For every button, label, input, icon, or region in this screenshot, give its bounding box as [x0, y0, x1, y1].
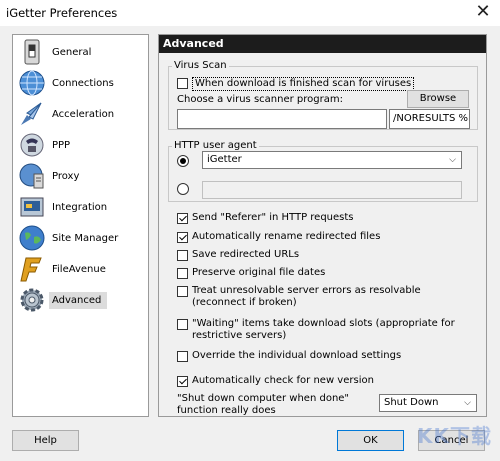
puzzle-icon: [20, 197, 44, 217]
user-agent-legend: HTTP user agent: [172, 140, 259, 151]
server-icon: [19, 163, 44, 189]
sidebar-item-connections[interactable]: Connections: [17, 68, 145, 98]
checkbox-box[interactable]: [177, 232, 188, 243]
help-button[interactable]: Help: [12, 430, 79, 451]
checkbox-label: Automatically rename redirected files: [192, 231, 381, 242]
sidebar-item-label: Integration: [52, 201, 108, 213]
shutdown-label: "Shut down computer when done" function …: [177, 393, 350, 416]
sidebar-item-ppp[interactable]: PPP: [17, 130, 145, 160]
sidebar-item-label: Advanced: [49, 291, 108, 309]
checkbox-box[interactable]: [177, 250, 188, 261]
switch-icon: [24, 39, 40, 65]
checkbox-box[interactable]: [177, 213, 188, 224]
override-download-settings-checkbox[interactable]: Override the individual download setting…: [177, 350, 477, 362]
sidebar-item-site-manager[interactable]: Site Manager: [17, 223, 145, 253]
preset-agent-radio[interactable]: [177, 155, 189, 167]
category-sidebar: General Connections Acceleration PPP Pro…: [12, 34, 149, 417]
checkbox-box[interactable]: [177, 78, 188, 89]
sidebar-item-label: Connections: [52, 77, 114, 89]
shutdown-select[interactable]: Shut Down ⌵: [379, 394, 477, 412]
scan-viruses-checkbox[interactable]: When download is finished scan for virus…: [177, 77, 415, 91]
ok-button[interactable]: OK: [337, 430, 404, 451]
sidebar-item-label: PPP: [52, 139, 71, 151]
virus-program-label: Choose a virus scanner program:: [177, 94, 343, 105]
scanner-params-field[interactable]: /NORESULTS %F: [389, 109, 470, 129]
custom-agent-field[interactable]: [202, 181, 462, 199]
sidebar-item-label: General: [52, 46, 92, 58]
window-title: iGetter Preferences: [6, 6, 118, 20]
close-icon[interactable]: ✕: [472, 1, 494, 23]
checkbox-box[interactable]: [177, 376, 188, 387]
globe-icon: [19, 70, 45, 96]
check-new-version-checkbox[interactable]: Automatically check for new version: [177, 375, 477, 387]
gear-icon: [20, 288, 44, 312]
checkbox-label: Preserve original file dates: [192, 267, 326, 278]
checkbox-label: Override the individual download setting…: [192, 350, 402, 361]
checkbox-label: When download is finished scan for virus…: [192, 77, 415, 91]
sidebar-item-general[interactable]: General: [17, 37, 145, 67]
checkbox-label: Treat unresolvable server errors as reso…: [192, 285, 421, 308]
checkbox-box[interactable]: [177, 319, 188, 330]
sidebar-item-label: Acceleration: [52, 108, 115, 120]
chevron-down-icon: ⌵: [464, 398, 471, 408]
sidebar-item-acceleration[interactable]: Acceleration: [17, 99, 145, 129]
f-logo-icon: [20, 257, 42, 282]
title-bar: iGetter Preferences ✕: [0, 0, 500, 26]
watermark-logo: KK下载: [417, 424, 492, 448]
sidebar-item-proxy[interactable]: Proxy: [17, 161, 145, 191]
sidebar-item-advanced[interactable]: Advanced: [17, 285, 145, 315]
custom-agent-radio[interactable]: [177, 183, 189, 195]
preserve-file-dates-checkbox[interactable]: Preserve original file dates: [177, 267, 477, 279]
checkbox-box[interactable]: [177, 268, 188, 279]
sidebar-item-fileavenue[interactable]: FileAvenue: [17, 254, 145, 284]
globe-icon: [19, 225, 45, 251]
sidebar-item-label: Site Manager: [52, 232, 119, 244]
waiting-items-slots-checkbox[interactable]: "Waiting" items take download slots (app…: [177, 318, 469, 342]
advanced-panel: Advanced Virus Scan When download is fin…: [158, 34, 487, 417]
sidebar-item-label: Proxy: [52, 170, 80, 182]
user-agent-select-value: iGetter: [207, 154, 242, 165]
chevron-down-icon: ⌵: [449, 155, 456, 165]
sidebar-item-integration[interactable]: Integration: [17, 192, 145, 222]
user-agent-select[interactable]: iGetter ⌵: [202, 151, 462, 169]
checkbox-box[interactable]: [177, 351, 188, 362]
phone-icon: [20, 133, 44, 157]
virus-scan-legend: Virus Scan: [172, 60, 229, 71]
panel-title: Advanced: [159, 35, 486, 53]
rename-redirected-checkbox[interactable]: Automatically rename redirected files: [177, 231, 477, 243]
checkbox-label: "Waiting" items take download slots (app…: [192, 318, 455, 341]
send-referer-checkbox[interactable]: Send "Referer" in HTTP requests: [177, 212, 477, 224]
checkbox-box[interactable]: [177, 286, 188, 297]
browse-button[interactable]: Browse: [407, 90, 469, 108]
scanner-path-field[interactable]: [177, 109, 387, 129]
sidebar-item-label: FileAvenue: [52, 263, 106, 275]
checkbox-label: Save redirected URLs: [192, 249, 300, 260]
shutdown-select-value: Shut Down: [384, 397, 439, 408]
rocket-icon: [21, 102, 42, 125]
save-redirected-urls-checkbox[interactable]: Save redirected URLs: [177, 249, 477, 261]
checkbox-label: Send "Referer" in HTTP requests: [192, 212, 354, 223]
treat-errors-resolvable-checkbox[interactable]: Treat unresolvable server errors as reso…: [177, 285, 469, 309]
checkbox-label: Automatically check for new version: [192, 375, 374, 386]
